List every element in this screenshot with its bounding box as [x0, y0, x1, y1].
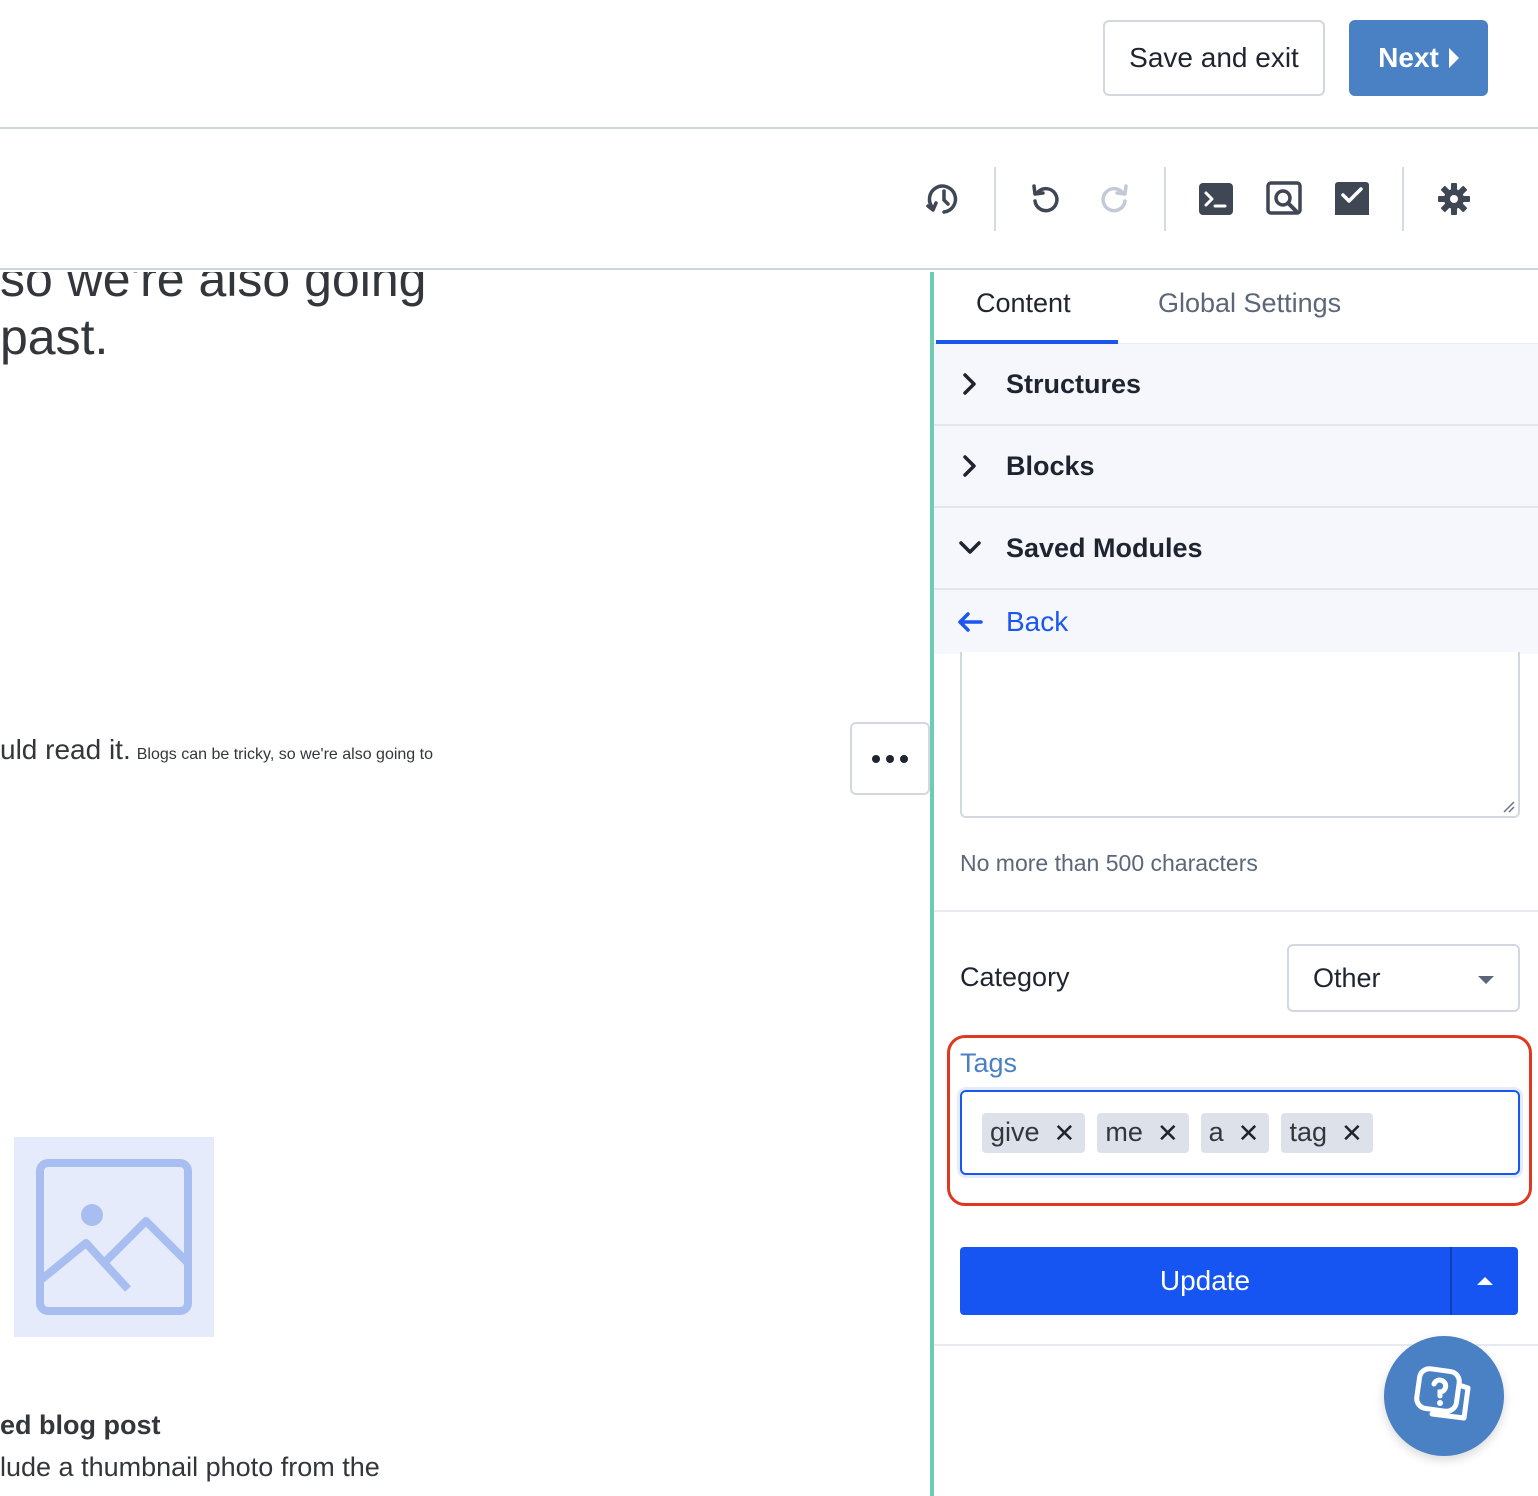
panel-tabs: Content Global Settings — [934, 272, 1538, 344]
terminal-icon[interactable] — [1196, 179, 1236, 219]
paragraph-large-text: uld read it. — [0, 734, 131, 765]
chevron-right-icon — [934, 454, 1006, 478]
close-icon[interactable]: ✕ — [1054, 1120, 1076, 1146]
heading-line-2: past. — [0, 309, 109, 365]
update-options-button[interactable] — [1452, 1247, 1518, 1315]
tab-content[interactable]: Content — [976, 288, 1071, 319]
blog-post-description[interactable]: lude a thumbnail photo from the — [0, 1452, 380, 1483]
tags-label: Tags — [960, 1048, 1018, 1078]
update-button[interactable]: Update — [960, 1247, 1450, 1315]
close-icon[interactable]: ✕ — [1157, 1120, 1179, 1146]
close-icon[interactable]: ✕ — [1341, 1120, 1363, 1146]
caret-down-icon — [1478, 976, 1494, 984]
ellipsis-icon — [872, 754, 880, 763]
image-placeholder[interactable] — [14, 1137, 214, 1337]
tag-text: me — [1105, 1117, 1143, 1147]
sidebar-panel: Content Global Settings Structures Block… — [934, 272, 1538, 1496]
category-select[interactable]: Other — [1287, 944, 1520, 1012]
accordion-blocks[interactable]: Blocks — [934, 426, 1538, 508]
history-icon[interactable] — [924, 179, 964, 219]
tag-chip: me ✕ — [1097, 1112, 1189, 1153]
section-divider — [934, 910, 1538, 912]
heading-line-1: so we're also going — [0, 272, 427, 307]
back-button[interactable]: Back — [934, 590, 1538, 654]
canvas-paragraph[interactable]: uld read it. Blogs can be tricky, so we'r… — [0, 734, 433, 766]
category-value: Other — [1313, 962, 1381, 993]
preview-icon[interactable] — [1264, 179, 1304, 219]
arrow-left-icon — [934, 611, 1006, 633]
tag-chip: give ✕ — [982, 1112, 1086, 1153]
blog-post-title[interactable]: ed blog post — [0, 1410, 160, 1441]
caret-up-icon — [1477, 1277, 1493, 1285]
description-hint: No more than 500 characters — [960, 850, 1258, 876]
toolbar-divider — [1402, 167, 1404, 231]
tag-chip: tag ✕ — [1281, 1112, 1373, 1153]
accordion-label: Blocks — [1006, 450, 1095, 481]
accordion-saved-modules[interactable]: Saved Modules — [934, 508, 1538, 590]
resize-handle-icon[interactable] — [1499, 797, 1515, 813]
toolbar-divider — [1164, 167, 1166, 231]
chevron-down-icon — [934, 540, 1006, 556]
accordion-label: Saved Modules — [1006, 532, 1203, 563]
tag-text: tag — [1289, 1117, 1328, 1147]
next-button-label: Next — [1378, 42, 1439, 73]
redo-icon[interactable] — [1094, 179, 1134, 219]
accordion-structures[interactable]: Structures — [934, 344, 1538, 426]
tag-text: give — [990, 1117, 1040, 1147]
top-header: Save and exit Next — [0, 0, 1538, 129]
toolbar-divider — [994, 167, 996, 231]
close-icon[interactable]: ✕ — [1238, 1120, 1260, 1146]
tag-text: a — [1208, 1117, 1224, 1147]
check-icon[interactable] — [1332, 179, 1372, 219]
chevron-right-icon — [934, 372, 1006, 396]
more-options-button[interactable] — [850, 722, 930, 795]
canvas-heading[interactable]: so we're also going past. — [0, 272, 426, 366]
tags-input[interactable]: give ✕ me ✕ a ✕ tag ✕ — [960, 1090, 1520, 1175]
editor-canvas[interactable]: so we're also going past. uld read it. Bl… — [0, 272, 930, 1496]
tag-chip: a ✕ — [1200, 1112, 1270, 1153]
tab-global-settings[interactable]: Global Settings — [1158, 288, 1341, 319]
save-and-exit-button[interactable]: Save and exit — [1103, 20, 1325, 96]
editor-toolbar — [0, 129, 1538, 270]
next-button[interactable]: Next — [1349, 20, 1488, 96]
image-icon — [36, 1159, 192, 1315]
gear-icon[interactable] — [1434, 179, 1474, 219]
paragraph-small-text: Blogs can be tricky, so we're also going… — [136, 746, 433, 763]
description-textarea[interactable] — [960, 652, 1520, 818]
help-chat-button[interactable] — [1384, 1336, 1504, 1456]
undo-icon[interactable] — [1026, 179, 1066, 219]
chevron-right-icon — [1448, 48, 1459, 68]
category-label: Category — [960, 962, 1070, 992]
help-question-icon — [1414, 1366, 1471, 1421]
back-label: Back — [1006, 606, 1069, 637]
accordion-label: Structures — [1006, 368, 1142, 399]
